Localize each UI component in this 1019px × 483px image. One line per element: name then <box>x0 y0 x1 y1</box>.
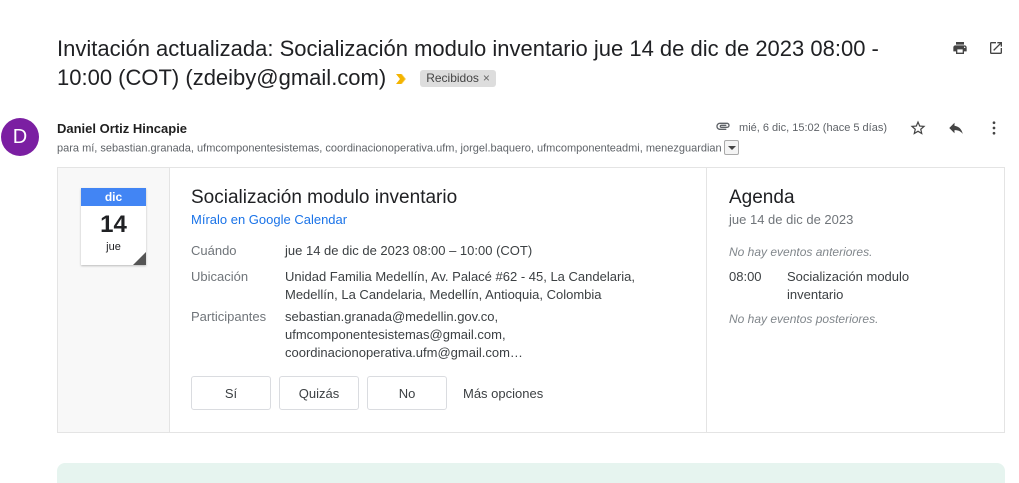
location-label: Ubicación <box>191 269 249 284</box>
agenda-event-name: Socialización modulo inventario <box>787 269 910 302</box>
more-vert-icon[interactable] <box>985 119 1003 137</box>
sender-avatar[interactable]: D <box>1 118 39 156</box>
when-value: jue 14 de dic de 2023 08:00 – 10:00 (COT… <box>285 243 533 258</box>
location-line: Medellín, La Candelaria, Medellín, Antio… <box>285 287 602 302</box>
email-subject: Invitación actualizada: Socialización mo… <box>57 34 927 92</box>
message-date: mié, 6 dic, 15:02 (hace 5 días) <box>739 121 887 134</box>
agenda-date: jue 14 de dic de 2023 <box>729 212 854 227</box>
label-chip: Recibidos × <box>420 69 496 87</box>
location-value: Unidad Familia Medellín, Av. Palacé #62 … <box>285 268 685 304</box>
more-options-button[interactable]: Más opciones <box>463 386 543 401</box>
participant: ufmcomponentesistemas@gmail.com, <box>285 327 506 342</box>
participant: sebastian.granada@medellin.gov.co, <box>285 309 499 324</box>
calendar-date-icon: dic 14 jue <box>81 188 146 265</box>
agenda-no-previous: No hay eventos anteriores. <box>729 245 873 259</box>
agenda-event-time: 08:00 <box>729 269 762 284</box>
header-actions <box>951 39 1005 57</box>
location-line: Unidad Familia Medellín, Av. Palacé #62 … <box>285 269 635 284</box>
view-in-calendar-link[interactable]: Míralo en Google Calendar <box>191 212 701 227</box>
sender-name[interactable]: Daniel Ortiz Hincapie <box>57 121 187 136</box>
remove-label-button[interactable]: × <box>483 71 490 85</box>
attachment-icon <box>715 118 731 137</box>
show-details-dropdown[interactable] <box>723 140 739 155</box>
rsvp-buttons: Sí Quizás No Más opciones <box>191 376 543 410</box>
star-icon[interactable] <box>909 119 927 137</box>
reply-icon[interactable] <box>947 119 965 137</box>
participants-value: sebastian.granada@medellin.gov.co, ufmco… <box>285 308 685 362</box>
when-label: Cuándo <box>191 243 237 258</box>
importance-marker-icon[interactable] <box>396 74 408 85</box>
message-meta: mié, 6 dic, 15:02 (hace 5 días) <box>715 118 1003 137</box>
recipients-text: para mí, sebastian.granada, ufmcomponent… <box>57 142 722 155</box>
rsvp-no-button[interactable]: No <box>367 376 447 410</box>
participants-label: Participantes <box>191 309 267 324</box>
open-new-window-icon[interactable] <box>987 39 1005 57</box>
calendar-month: dic <box>81 188 146 206</box>
calendar-invite-card: dic 14 jue Socialización modulo inventar… <box>57 167 1005 433</box>
rsvp-yes-button[interactable]: Sí <box>191 376 271 410</box>
calendar-day: 14 <box>100 211 127 238</box>
agenda-title: Agenda <box>729 187 795 208</box>
agenda-event[interactable]: 08:00 Socialización modulo inventario <box>729 268 1006 304</box>
rsvp-maybe-button[interactable]: Quizás <box>279 376 359 410</box>
label-text: Recibidos <box>426 70 479 85</box>
agenda-no-next: No hay eventos posteriores. <box>729 312 879 326</box>
participant[interactable]: coordinacionoperativa.ufm@gmail.com… <box>285 344 685 362</box>
bottom-banner <box>57 463 1005 483</box>
print-icon[interactable] <box>951 39 969 57</box>
event-title: Socialización modulo inventario <box>191 187 458 208</box>
event-details: Socialización modulo inventario Míralo e… <box>191 186 701 410</box>
recipients-line: para mí, sebastian.granada, ufmcomponent… <box>57 140 739 156</box>
agenda-panel: Agenda jue 14 de dic de 2023 No hay even… <box>706 168 1006 432</box>
invite-date-panel: dic 14 jue <box>58 168 170 432</box>
page-fold-icon <box>133 252 146 265</box>
